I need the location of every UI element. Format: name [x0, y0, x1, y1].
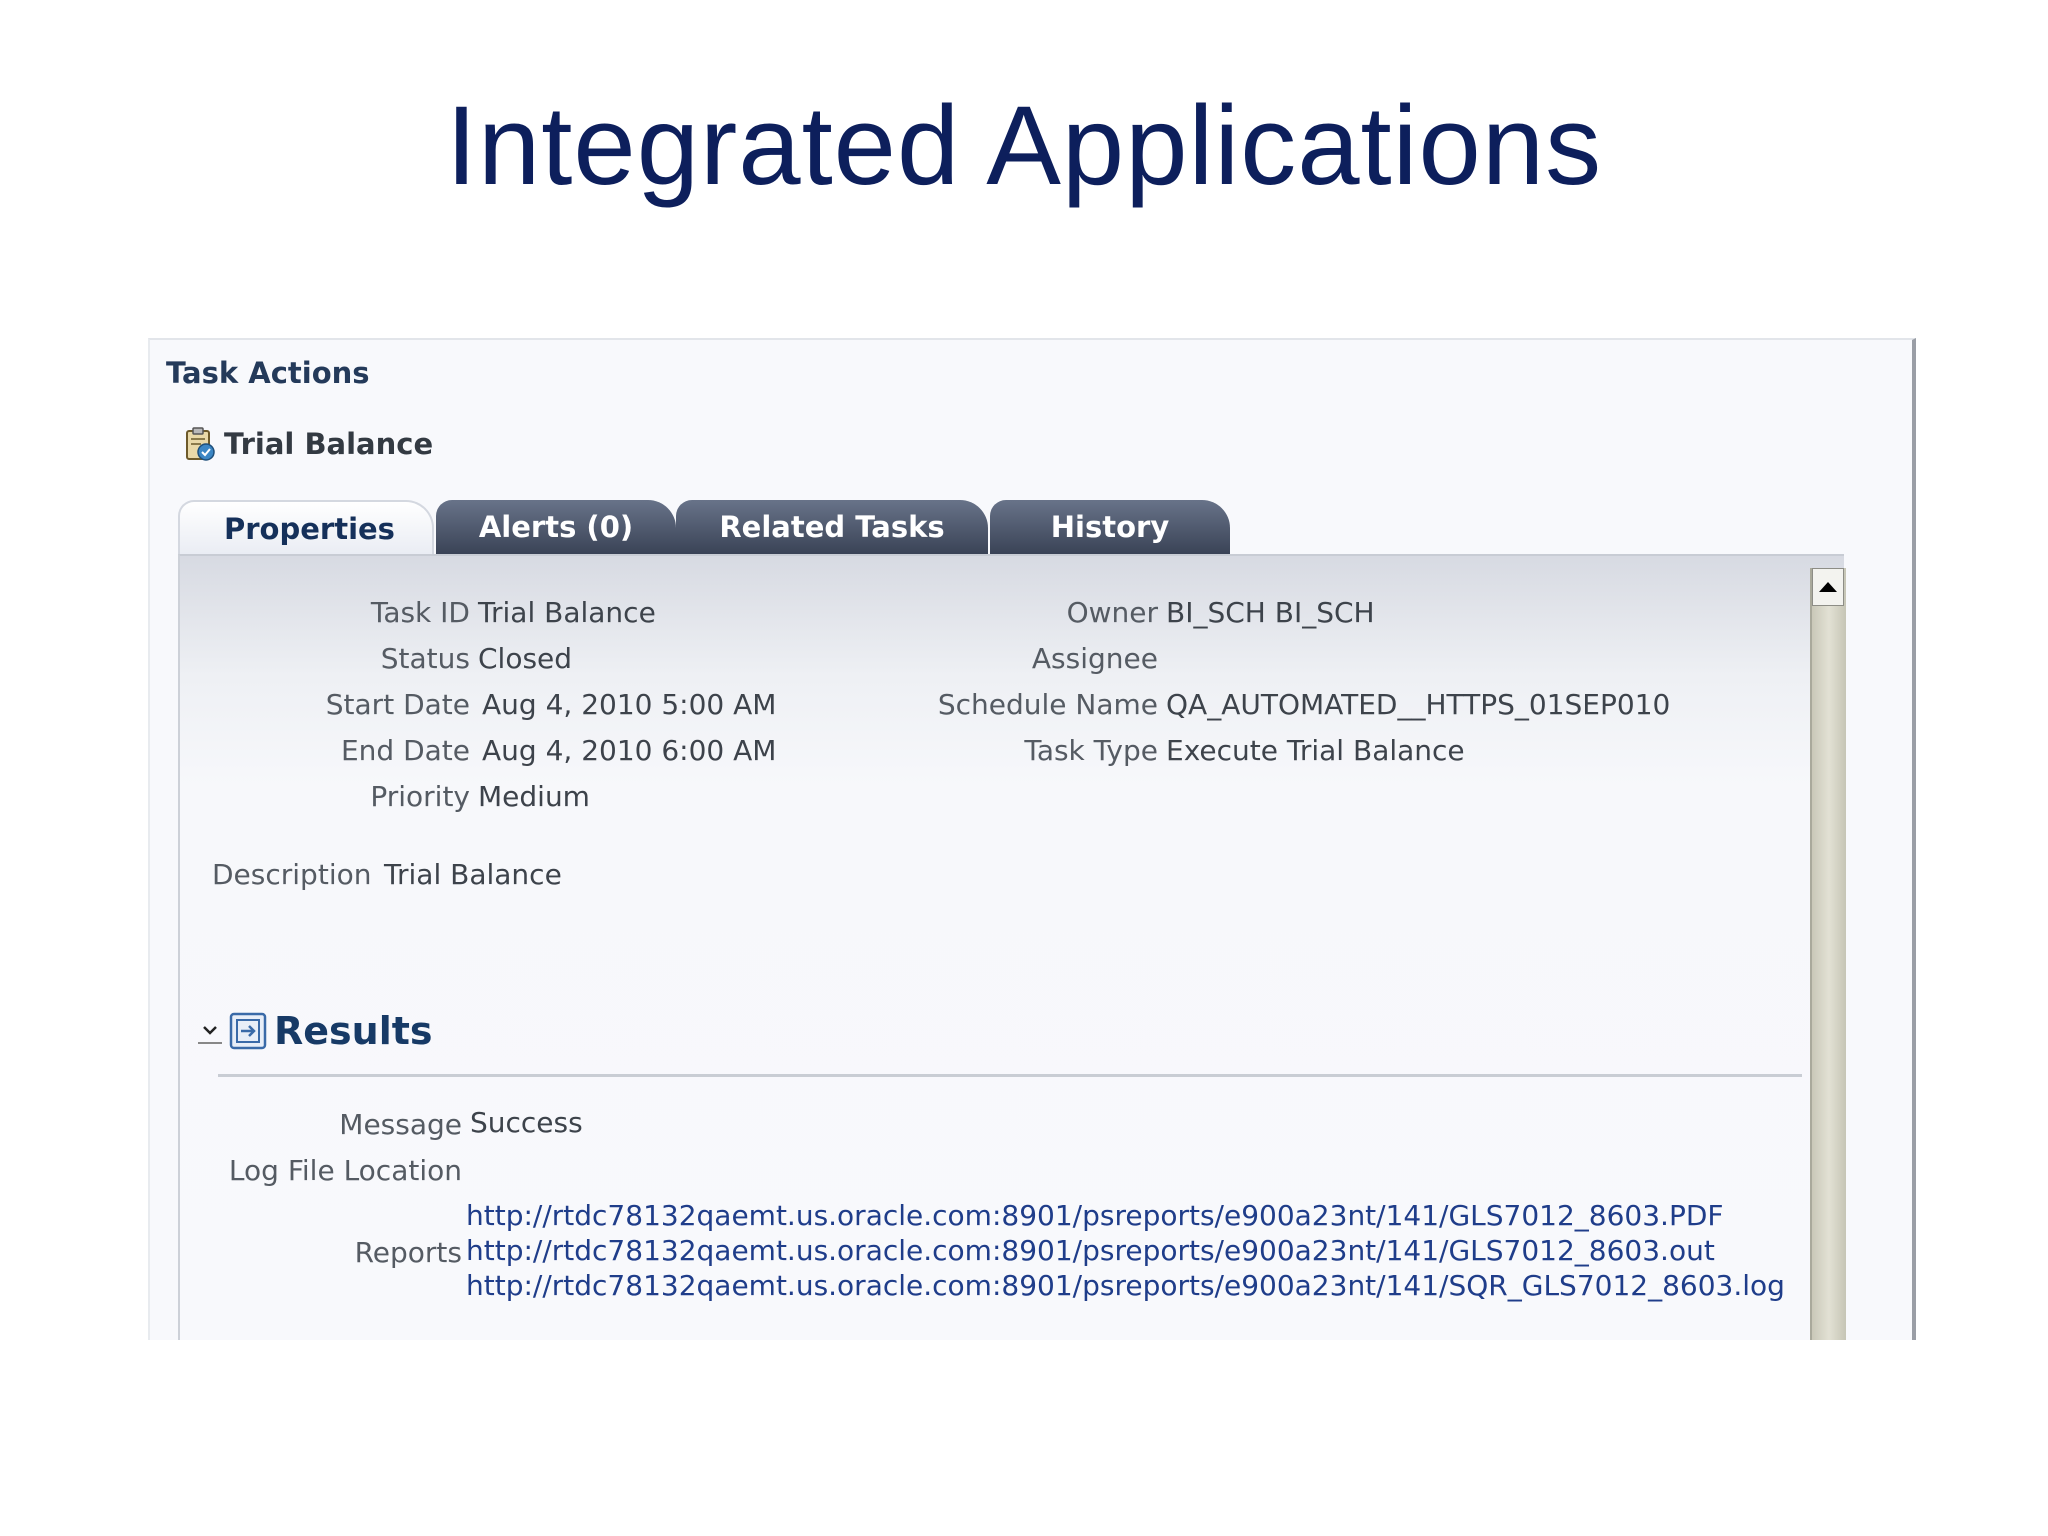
slide-title: Integrated Applications — [445, 83, 1603, 208]
task-type-value: Execute Trial Balance — [1166, 734, 1465, 767]
assignee-label: Assignee — [1031, 642, 1158, 675]
clipboard-task-icon — [186, 427, 215, 461]
task-id-label: Task ID — [370, 596, 470, 629]
priority-value: Medium — [478, 780, 590, 813]
log-file-location-label: Log File Location — [228, 1154, 462, 1187]
priority-label: Priority — [370, 780, 470, 813]
report-link-pdf[interactable]: http://rtdc78132qaemt.us.oracle.com:8901… — [466, 1198, 1724, 1233]
results-section-icon — [229, 1012, 267, 1050]
report-link-log[interactable]: http://rtdc78132qaemt.us.oracle.com:8901… — [466, 1268, 1785, 1303]
vertical-scrollbar[interactable] — [1810, 568, 1846, 1340]
start-date-label: Start Date — [325, 688, 470, 721]
message-value: Success — [470, 1106, 583, 1139]
task-actions-window: Task Actions Trial Balance Properties Al… — [148, 338, 1916, 1340]
description-label: Description — [212, 858, 372, 891]
message-label: Message — [339, 1108, 462, 1141]
schedule-name-label: Schedule Name — [937, 688, 1158, 721]
description-value: Trial Balance — [384, 858, 562, 891]
reports-label: Reports — [354, 1236, 462, 1269]
task-type-label: Task Type — [1024, 734, 1158, 767]
tab-properties[interactable]: Properties — [178, 500, 434, 556]
scroll-up-arrow-icon[interactable] — [1812, 568, 1844, 606]
report-link-out[interactable]: http://rtdc78132qaemt.us.oracle.com:8901… — [466, 1233, 1715, 1268]
status-label: Status — [380, 642, 470, 675]
results-divider — [218, 1074, 1802, 1077]
owner-label: Owner — [1066, 596, 1158, 629]
properties-panel: Task ID Trial Balance Status Closed Star… — [178, 554, 1846, 1340]
chevron-down-icon[interactable] — [198, 1018, 222, 1044]
status-value: Closed — [478, 642, 573, 675]
tab-related-tasks[interactable]: Related Tasks — [676, 500, 988, 554]
results-title: Results — [274, 1009, 433, 1053]
task-name-row: Trial Balance — [184, 424, 433, 464]
end-date-label: End Date — [340, 734, 470, 767]
end-date-value: Aug 4, 2010 6:00 AM — [482, 734, 777, 767]
schedule-name-value: QA_AUTOMATED__HTTPS_01SEP010 — [1166, 688, 1671, 721]
owner-value: BI_SCH BI_SCH — [1166, 596, 1375, 629]
tab-history[interactable]: History — [990, 500, 1230, 554]
start-date-value: Aug 4, 2010 5:00 AM — [482, 688, 777, 721]
results-header[interactable]: Results — [198, 1006, 433, 1056]
task-name: Trial Balance — [224, 427, 434, 461]
section-title: Task Actions — [166, 356, 370, 390]
task-id-value: Trial Balance — [478, 596, 656, 629]
tab-alerts[interactable]: Alerts (0) — [436, 500, 676, 554]
